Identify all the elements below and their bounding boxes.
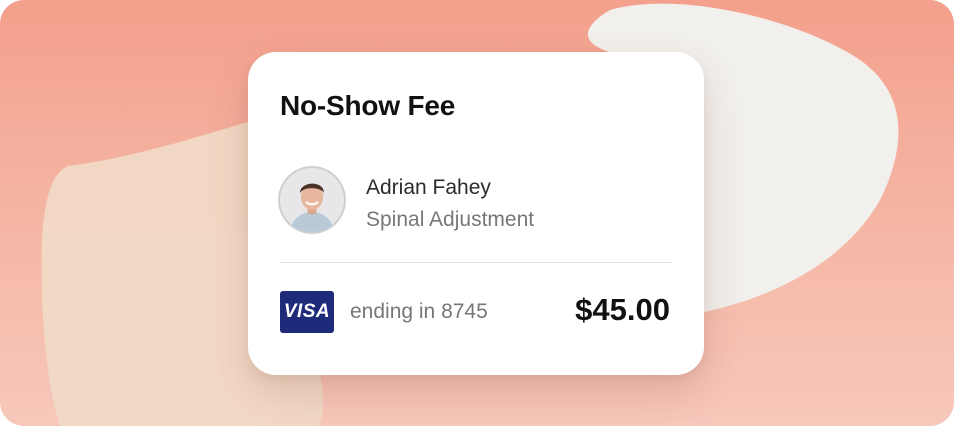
background-canvas: No-Show Fee Adrian Fahey Spinal Adjustme… <box>0 0 954 426</box>
no-show-fee-card: No-Show Fee Adrian Fahey Spinal Adjustme… <box>248 52 704 375</box>
user-photo-icon <box>280 168 344 232</box>
patient-name: Adrian Fahey <box>366 176 491 199</box>
visa-logo: VISA <box>280 291 334 333</box>
service-name: Spinal Adjustment <box>366 208 535 231</box>
fee-amount: $45.00 <box>575 292 670 327</box>
divider <box>280 262 672 263</box>
patient-avatar <box>280 168 344 232</box>
card-ending-text: ending in 8745 <box>350 300 488 323</box>
card-title: No-Show Fee <box>280 90 456 121</box>
